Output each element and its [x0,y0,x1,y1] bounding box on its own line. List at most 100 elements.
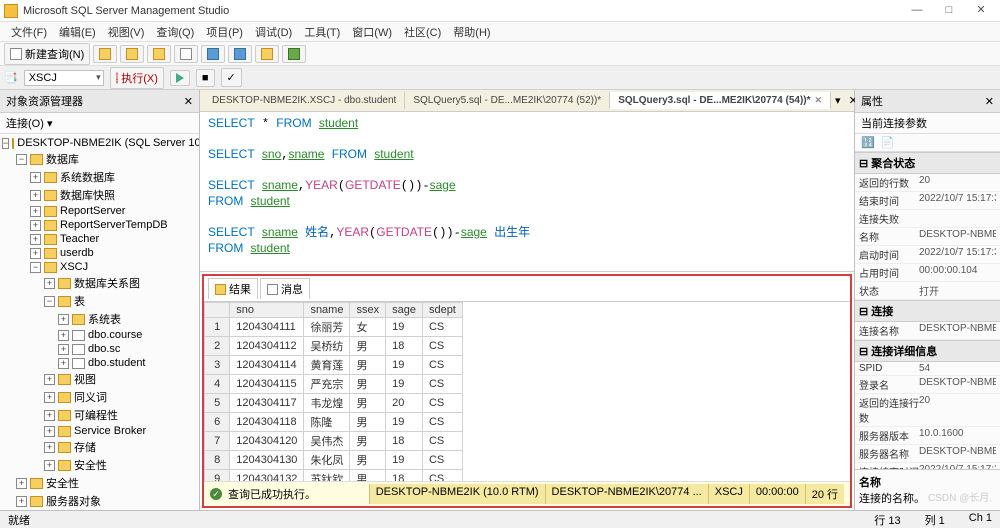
root-node[interactable]: +安全性 [0,474,199,492]
prop-row[interactable]: 返回的连接行数20 [855,394,1000,427]
toggle-icon[interactable]: − [44,296,55,307]
stop-button[interactable]: ■ [196,69,215,87]
menu-help[interactable]: 帮助(H) [448,22,495,42]
toolbar-btn-2[interactable] [93,45,117,63]
root-node[interactable]: +服务器对象 [0,492,199,510]
subnode[interactable]: +可编程性 [0,406,199,424]
maximize-button[interactable]: □ [934,2,964,20]
prop-row[interactable]: 服务器版本10.0.1600 [855,427,1000,445]
prop-row[interactable]: 名称DESKTOP-NBME2IK [855,228,1000,246]
objexp-connect[interactable]: 连接(O) ▾ [0,113,199,134]
db-node-xscj[interactable]: −XSCJ [0,260,199,274]
tables-node[interactable]: −表 [0,292,199,310]
db-node[interactable]: +ReportServer [0,204,199,218]
tab-close-icon[interactable]: ✕ [815,95,823,105]
tab-dropdown-icon[interactable]: ▾ [831,94,845,107]
prop-row[interactable]: 登录名DESKTOP-NBME2IK [855,376,1000,394]
toggle-icon[interactable]: + [30,172,41,183]
execute-button[interactable]: !执行(X) [110,67,164,89]
toolbar-btn-4[interactable] [147,45,171,63]
sql-editor[interactable]: SELECT * FROM student SELECT sno,sname F… [200,112,854,272]
toggle-icon[interactable]: + [44,374,55,385]
toggle-icon[interactable]: + [58,314,69,325]
sort-icon[interactable]: 🔢 [861,136,875,149]
panel-close-icon[interactable]: ✕ [985,95,994,108]
toggle-icon[interactable]: + [16,478,27,489]
table-row[interactable]: 71204304120吴伟杰男18CS [205,432,463,451]
toggle-icon[interactable]: + [44,410,55,421]
new-query-button[interactable]: 新建查询(N) [4,43,90,65]
toggle-icon[interactable]: + [30,248,41,259]
cat-icon[interactable]: 📄 [881,136,895,149]
prop-row[interactable]: 连接失败 [855,210,1000,228]
menu-community[interactable]: 社区(C) [399,22,446,42]
table-node[interactable]: +dbo.course [0,328,199,342]
minimize-button[interactable]: — [902,2,932,20]
table-node[interactable]: +dbo.student [0,356,199,370]
toggle-icon[interactable]: + [44,278,55,289]
prop-row[interactable]: 启动时间2022/10/7 15:17:38 [855,246,1000,264]
db-node[interactable]: +系统数据库 [0,168,199,186]
table-row[interactable]: 91204304132苏钛钦男18CS [205,470,463,482]
tab-2[interactable]: SQLQuery5.sql - DE...ME2IK\20774 (52))* [405,92,610,109]
systable-node[interactable]: +系统表 [0,310,199,328]
table-node[interactable]: +dbo.sc [0,342,199,356]
menu-debug[interactable]: 调试(D) [250,22,297,42]
toggle-icon[interactable]: + [30,220,41,231]
toolbar-btn-8[interactable] [255,45,279,63]
subnode[interactable]: +Service Broker [0,424,199,438]
toolbar-btn-3[interactable] [120,45,144,63]
table-row[interactable]: 31204304114黄育莲男19CS [205,356,463,375]
prop-row[interactable]: SPID54 [855,362,1000,376]
toolbar-save[interactable] [201,45,225,63]
parse-button[interactable]: ✓ [221,68,242,87]
menu-view[interactable]: 视图(V) [103,22,150,42]
subnode[interactable]: +存储 [0,438,199,456]
toggle-icon[interactable]: + [30,234,41,245]
results-grid[interactable]: snosnamessexsagesdept 11204304111徐丽芳女19C… [204,302,463,481]
subnode[interactable]: +视图 [0,370,199,388]
toggle-icon[interactable]: + [16,496,27,507]
toggle-icon[interactable]: + [58,344,69,355]
toggle-icon[interactable]: + [44,426,55,437]
table-row[interactable]: 51204304117韦龙煌男20CS [205,394,463,413]
prop-row[interactable]: 连接名称DESKTOP-NBME2IK [855,322,1000,340]
table-row[interactable]: 21204304112吴桥纺男18CS [205,337,463,356]
prop-row[interactable]: 结束时间2022/10/7 15:17:38 [855,192,1000,210]
db-node[interactable]: +userdb [0,246,199,260]
prop-row[interactable]: 返回的行数20 [855,174,1000,192]
toggle-icon[interactable]: + [44,442,55,453]
prop-row[interactable]: 服务器名称DESKTOP-NBME2IK [855,445,1000,463]
menu-window[interactable]: 窗口(W) [347,22,397,42]
tab-1[interactable]: DESKTOP-NBME2IK.XSCJ - dbo.student [204,92,405,109]
databases-node[interactable]: −数据库 [0,150,199,168]
tab-messages[interactable]: 消息 [260,278,310,299]
table-row[interactable]: 81204304130朱化凤男19CS [205,451,463,470]
subnode[interactable]: +数据库关系图 [0,274,199,292]
db-node[interactable]: +数据库快照 [0,186,199,204]
tab-results[interactable]: 结果 [208,278,258,299]
close-button[interactable]: ✕ [966,2,996,20]
table-row[interactable]: 61204304118陈隆男19CS [205,413,463,432]
server-node[interactable]: −DESKTOP-NBME2IK (SQL Server 10.0.160 [0,136,199,150]
panel-close-icon[interactable]: ✕ [184,95,193,108]
table-row[interactable]: 41204304115严充宗男19CS [205,375,463,394]
toggle-icon[interactable]: + [44,460,55,471]
table-row[interactable]: 11204304111徐丽芳女19CS [205,318,463,337]
tab-3[interactable]: SQLQuery3.sql - DE...ME2IK\20774 (54))*✕ [610,92,831,109]
prop-row[interactable]: 占用时间00:00:00.104 [855,264,1000,282]
db-selector[interactable]: XSCJ [24,70,104,86]
menu-project[interactable]: 项目(P) [201,22,248,42]
db-node[interactable]: +ReportServerTempDB [0,218,199,232]
prop-row[interactable]: 状态打开 [855,282,1000,300]
toggle-icon[interactable]: − [30,262,41,273]
toolbar-btn-9[interactable] [282,45,306,63]
debug-button[interactable] [170,70,190,86]
toggle-icon[interactable]: − [2,138,9,149]
toolbar-saveall[interactable] [228,45,252,63]
toggle-icon[interactable]: + [30,190,41,201]
toolbar-btn-5[interactable] [174,45,198,63]
db-node[interactable]: +Teacher [0,232,199,246]
subnode[interactable]: +同义词 [0,388,199,406]
toggle-icon[interactable]: + [44,392,55,403]
